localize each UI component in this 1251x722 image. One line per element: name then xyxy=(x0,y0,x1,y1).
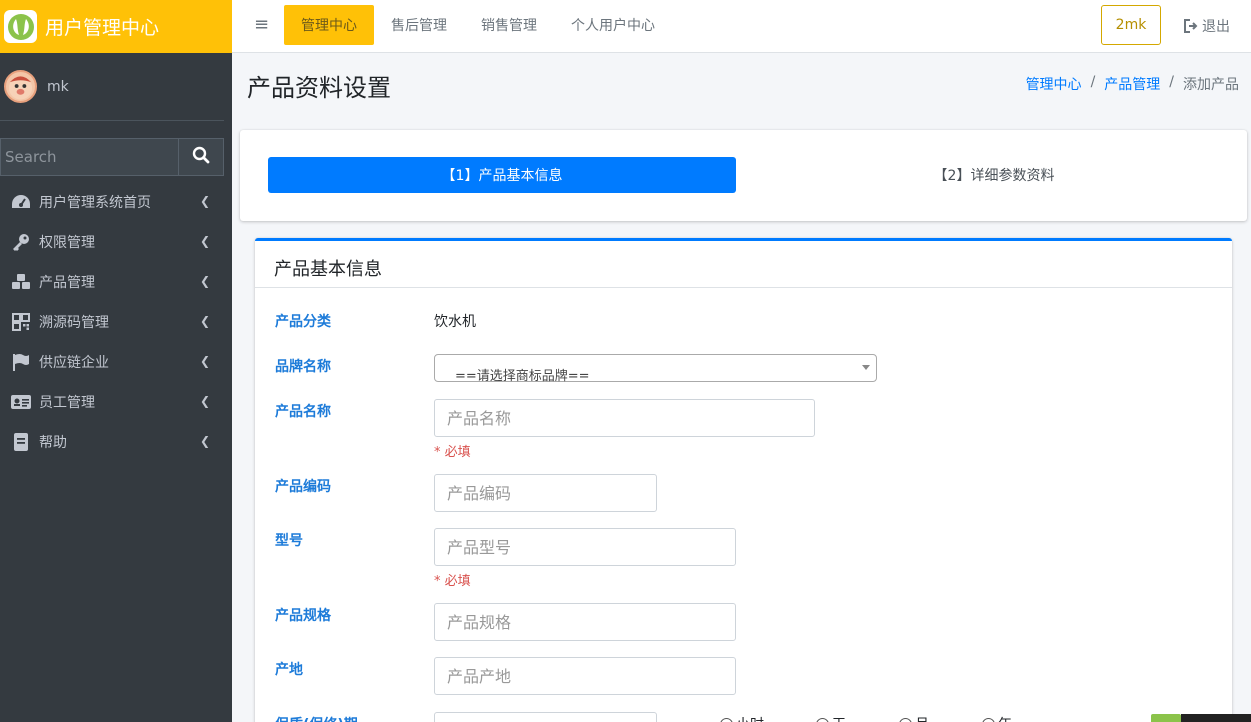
user-name[interactable]: mk xyxy=(47,79,69,95)
radio-circle xyxy=(816,717,829,722)
sidebar-item-supply-chain[interactable]: 供应链企业 ❮ xyxy=(0,342,224,382)
book-icon xyxy=(10,431,32,453)
sidebar-item-permissions[interactable]: 权限管理 ❮ xyxy=(0,222,224,262)
spec-label: 产品规格 xyxy=(275,608,331,624)
search-input[interactable] xyxy=(0,138,178,176)
sidebar-item-help[interactable]: 帮助 ❮ xyxy=(0,422,224,462)
chevron-left-icon: ❮ xyxy=(199,354,210,368)
hamburger-menu-icon[interactable]: ≡ xyxy=(254,14,269,35)
warranty-unit-month-radio[interactable]: 月 xyxy=(899,714,929,722)
sidebar-item-label: 权限管理 xyxy=(39,235,95,251)
required-note: * 必填 xyxy=(434,574,471,589)
card-title: 产品基本信息 xyxy=(255,241,1232,288)
topnav-item-personal-center[interactable]: 个人用户中心 xyxy=(554,5,672,45)
warranty-unit-year-radio[interactable]: 年 xyxy=(982,714,1012,722)
sidebar-item-label: 产品管理 xyxy=(39,275,95,291)
page-title: 产品资料设置 xyxy=(247,74,391,102)
sidebar-item-label: 溯源码管理 xyxy=(39,315,109,331)
radio-circle xyxy=(899,717,912,722)
caret-down-icon xyxy=(862,365,870,370)
key-icon xyxy=(10,231,32,253)
topnav-item-admin-center[interactable]: 管理中心 xyxy=(284,5,374,45)
brand-select[interactable]: ==请选择商标品牌== xyxy=(434,354,877,384)
corner-widget-green xyxy=(1151,714,1181,722)
radio-label: 天 xyxy=(832,714,846,722)
sidebar-item-label: 供应链企业 xyxy=(39,355,109,371)
breadcrumb-separator: / xyxy=(1090,74,1096,90)
radio-label: 年 xyxy=(998,714,1012,722)
user-menu-button[interactable]: 2mk xyxy=(1101,5,1161,45)
category-value: 饮水机 xyxy=(434,314,476,330)
qrcode-icon xyxy=(10,311,32,333)
sidebar-search xyxy=(0,138,224,176)
radio-label: 小时 xyxy=(736,714,764,722)
chevron-left-icon: ❮ xyxy=(199,434,210,448)
brand[interactable]: 用户管理中心 xyxy=(0,0,232,53)
chevron-left-icon: ❮ xyxy=(199,274,210,288)
logout-label: 退出 xyxy=(1202,19,1230,35)
product-code-input[interactable] xyxy=(434,474,657,512)
sidebar-item-dashboard[interactable]: 用户管理系统首页 ❮ xyxy=(0,182,224,222)
required-note: * 必填 xyxy=(434,445,471,460)
code-label: 产品编码 xyxy=(275,479,331,495)
corner-widget-dark xyxy=(1181,714,1251,722)
breadcrumb-separator: / xyxy=(1169,74,1174,90)
brand-title: 用户管理中心 xyxy=(45,17,160,39)
radio-label: 月 xyxy=(915,714,929,722)
topbar: ≡ 管理中心 售后管理 销售管理 个人用户中心 2mk 退出 xyxy=(232,0,1251,53)
model-label: 型号 xyxy=(275,533,303,549)
chevron-left-icon: ❮ xyxy=(199,314,210,328)
chevron-left-icon: ❮ xyxy=(199,394,210,408)
radio-circle xyxy=(720,717,733,722)
logout-link[interactable]: 退出 xyxy=(1184,16,1230,36)
search-icon xyxy=(192,146,210,168)
sidebar: 用户管理中心 mk Search 用户管理系统首页 ❮ 权限管理 ❮ 产品管理 … xyxy=(0,0,232,722)
sidebar-nav: 用户管理系统首页 ❮ 权限管理 ❮ 产品管理 ❮ 溯源码管理 ❮ 供应链企业 ❮… xyxy=(0,182,224,462)
origin-label: 产地 xyxy=(275,662,303,678)
chevron-left-icon: ❮ xyxy=(199,234,210,248)
breadcrumb-section[interactable]: 产品管理 xyxy=(1104,74,1160,94)
tachometer-icon xyxy=(10,191,32,213)
step-detail-params-tab[interactable]: 【2】详细参数资料 xyxy=(760,157,1228,193)
sign-out-icon xyxy=(1184,19,1198,33)
id-card-icon xyxy=(10,391,32,413)
steps-card: 【1】产品基本信息 【2】详细参数资料 xyxy=(240,130,1247,221)
product-origin-input[interactable] xyxy=(434,657,736,695)
warranty-input[interactable] xyxy=(434,712,657,722)
warranty-unit-hour-radio[interactable]: 小时 xyxy=(720,714,764,722)
sidebar-item-trace-codes[interactable]: 溯源码管理 ❮ xyxy=(0,302,224,342)
leaf-logo-icon xyxy=(4,10,37,43)
top-nav: 管理中心 售后管理 销售管理 个人用户中心 xyxy=(284,5,672,45)
user-panel[interactable]: mk xyxy=(0,53,224,121)
cubes-icon xyxy=(10,271,32,293)
brand-label: 品牌名称 xyxy=(275,359,331,375)
warranty-label: 保质(保修)期 xyxy=(275,714,358,722)
warranty-unit-day-radio[interactable]: 天 xyxy=(816,714,846,722)
avatar[interactable] xyxy=(4,70,37,103)
breadcrumb: 管理中心 / 产品管理 / 添加产品 xyxy=(1026,74,1239,94)
step-basic-info-tab[interactable]: 【1】产品基本信息 xyxy=(268,157,736,193)
product-spec-input[interactable] xyxy=(434,603,736,641)
sidebar-item-employees[interactable]: 员工管理 ❮ xyxy=(0,382,224,422)
sidebar-item-label: 用户管理系统首页 xyxy=(39,195,151,211)
topnav-item-after-sales[interactable]: 售后管理 xyxy=(374,5,464,45)
sidebar-item-label: 员工管理 xyxy=(39,395,95,411)
product-form-card: 产品基本信息 产品分类 饮水机 品牌名称 ==请选择商标品牌== 产品名称 * … xyxy=(255,238,1232,722)
breadcrumb-current: 添加产品 xyxy=(1183,77,1239,93)
flag-icon xyxy=(10,351,32,373)
brand-select-value: ==请选择商标品牌== xyxy=(455,369,590,384)
product-model-input[interactable] xyxy=(434,528,736,566)
chevron-left-icon: ❮ xyxy=(199,194,210,208)
radio-circle xyxy=(982,717,995,722)
product-name-input[interactable] xyxy=(434,399,815,437)
category-label: 产品分类 xyxy=(275,314,331,330)
search-button[interactable] xyxy=(178,138,224,176)
sidebar-item-label: 帮助 xyxy=(39,435,67,451)
breadcrumb-home[interactable]: 管理中心 xyxy=(1026,74,1082,94)
name-label: 产品名称 xyxy=(275,404,331,420)
sidebar-item-products[interactable]: 产品管理 ❮ xyxy=(0,262,224,302)
topnav-item-sales[interactable]: 销售管理 xyxy=(464,5,554,45)
